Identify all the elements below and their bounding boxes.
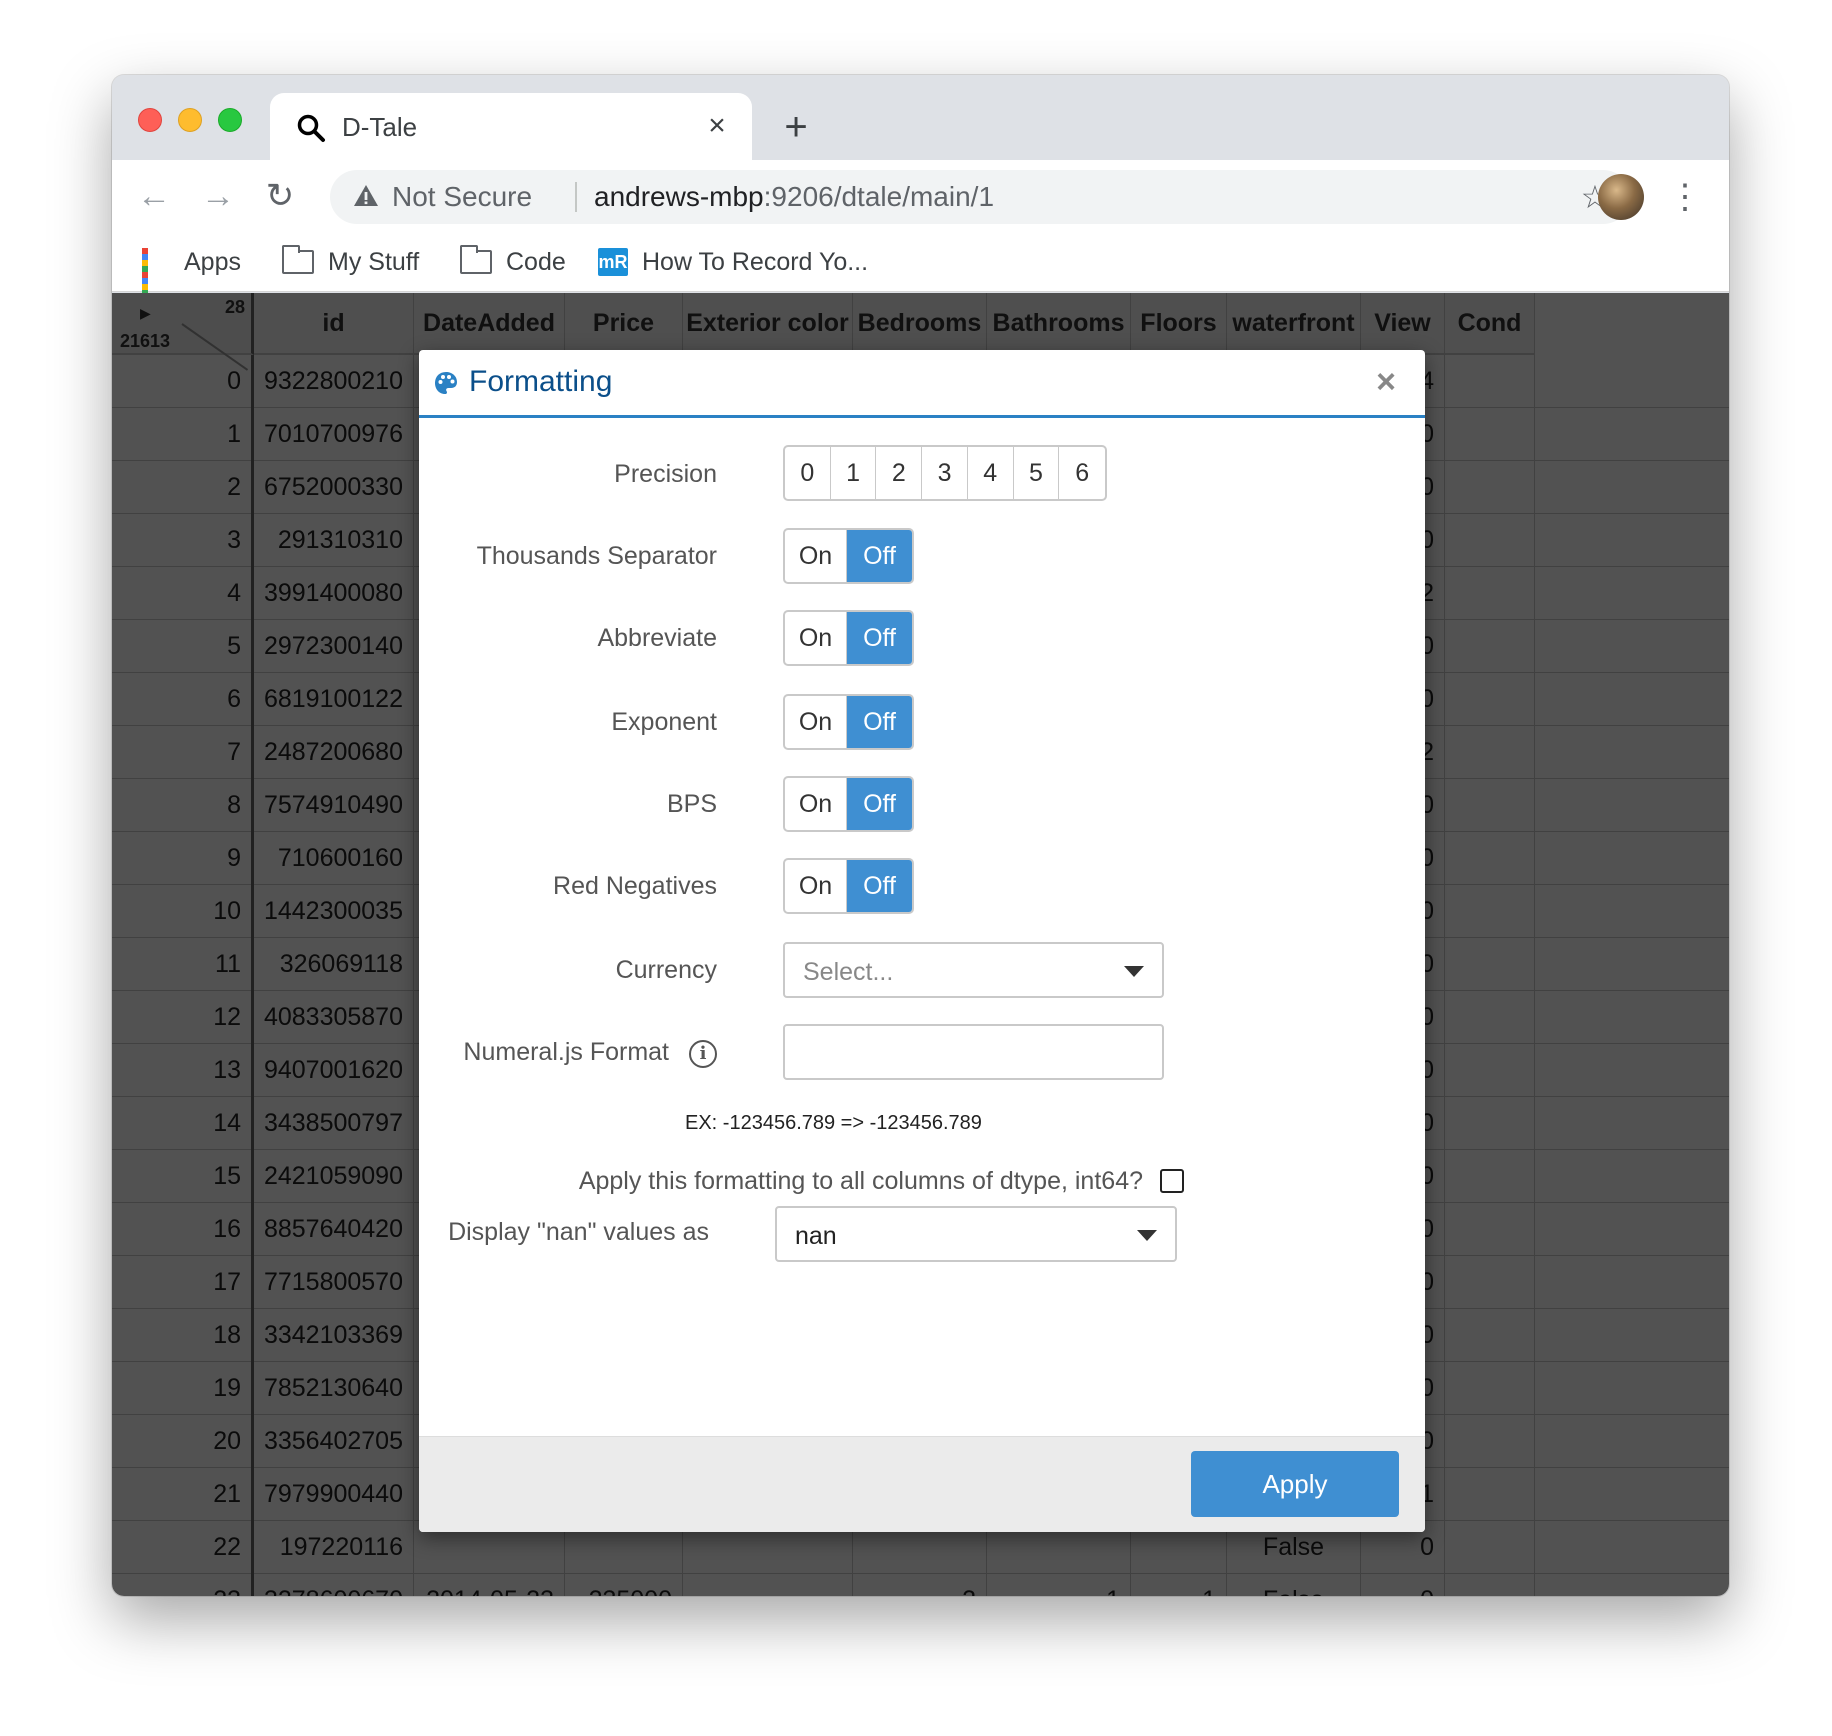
exponent-label: Exponent [611,708,717,736]
bookmark-my-stuff[interactable]: My Stuff [282,244,419,280]
browser-tab[interactable]: D-Tale × [270,93,752,160]
red-negatives-toggle: On Off [783,858,914,914]
formatting-modal: Formatting × Precision 0 1 2 3 4 5 6 Tho… [419,350,1425,1532]
not-secure-label: Not Secure [392,181,533,212]
menu-kebab-icon[interactable]: ⋮ [1668,174,1702,220]
bps-toggle: On Off [783,776,914,832]
red-negatives-on[interactable]: On [785,860,848,912]
precision-label: Precision [614,460,717,488]
address-bar[interactable]: Not Secure andrews-mbp:9206/dtale/main/1… [330,170,1630,224]
reload-button[interactable]: ↻ [258,174,302,218]
bps-off[interactable]: Off [847,778,912,830]
numeral-format-input[interactable] [783,1024,1164,1080]
chevron-down-icon [1124,966,1144,977]
tab-close-icon[interactable]: × [700,109,734,143]
browser-toolbar: ← → ↻ Not Secure andrews-mbp:9206/dtale/… [112,160,1729,232]
maximize-window-button[interactable] [218,108,242,132]
forward-button[interactable]: → [196,174,240,218]
minimize-window-button[interactable] [178,108,202,132]
nan-display-value: nan [795,1222,837,1250]
apply-all-checkbox[interactable] [1160,1169,1184,1193]
precision-button-group: 0 1 2 3 4 5 6 [783,445,1107,501]
exponent-toggle: On Off [783,694,914,750]
thousands-separator-toggle: On Off [783,528,914,584]
chevron-down-icon [1137,1230,1157,1241]
palette-icon [435,372,457,394]
new-tab-button[interactable]: + [776,107,816,149]
folder-icon [282,245,314,274]
precision-option-4[interactable]: 4 [968,447,1014,499]
back-button[interactable]: ← [132,174,176,218]
bookmark-how-to-record[interactable]: mR How To Record Yo... [598,244,868,280]
currency-label: Currency [615,956,717,984]
red-negatives-label: Red Negatives [553,872,717,900]
abbreviate-off[interactable]: Off [847,612,912,664]
precision-option-3[interactable]: 3 [922,447,968,499]
modal-header: Formatting × [419,350,1425,418]
url-path: :9206/dtale/main/1 [763,181,995,212]
modal-footer: Apply [419,1436,1425,1532]
tab-strip: D-Tale × + [112,75,1729,160]
precision-option-5[interactable]: 5 [1014,447,1060,499]
profile-avatar[interactable] [1598,174,1644,220]
bps-on[interactable]: On [785,778,848,830]
currency-placeholder: Select... [803,958,894,986]
abbreviate-toggle: On Off [783,610,914,666]
bookmark-label: My Stuff [328,247,420,276]
bookmark-label: How To Record Yo... [642,247,869,276]
nan-display-select[interactable]: nan [775,1206,1177,1262]
exponent-off[interactable]: Off [847,696,912,748]
nan-display-label: Display "nan" values as [448,1218,709,1246]
exponent-on[interactable]: On [785,696,848,748]
thousands-separator-off[interactable]: Off [847,530,912,582]
abbreviate-on[interactable]: On [785,612,848,664]
url-host: andrews-mbp [594,181,764,212]
browser-window: D-Tale × + ← → ↻ Not Secure andrews-mbp:… [112,75,1729,1596]
thousands-separator-label: Thousands Separator [476,542,717,570]
url-text: andrews-mbp:9206/dtale/main/1 [594,181,994,213]
abbreviate-label: Abbreviate [597,624,717,652]
currency-select[interactable]: Select... [783,942,1164,998]
bookmarks-bar: Apps My Stuff Code mR How To Record Yo..… [112,232,1729,302]
precision-option-6[interactable]: 6 [1059,447,1105,499]
precision-option-0[interactable]: 0 [785,447,831,499]
apply-button[interactable]: Apply [1191,1451,1399,1517]
address-separator [575,182,577,212]
modal-title: Formatting [469,365,613,398]
info-icon[interactable]: i [689,1040,717,1068]
close-window-button[interactable] [138,108,162,132]
warning-icon [354,185,378,206]
bookmark-label: Apps [184,247,241,276]
bookmark-code[interactable]: Code [460,244,566,280]
tab-title: D-Tale [342,112,418,142]
red-negatives-off[interactable]: Off [847,860,912,912]
precision-option-2[interactable]: 2 [876,447,923,499]
search-icon [297,114,325,142]
folder-icon [460,245,492,274]
bookmark-apps[interactable]: Apps [142,244,241,302]
apply-all-label: Apply this formatting to all columns of … [578,1167,1143,1195]
bookmark-label: Code [506,247,566,276]
apps-grid-icon [142,248,170,302]
bps-label: BPS [666,790,717,818]
thousands-separator-on[interactable]: On [785,530,848,582]
format-example: EX: -123456.789 => -123456.789 [685,1112,982,1134]
numeral-format-label: Numeral.js Format [463,1038,669,1066]
mr-logo-icon: mR [598,248,628,276]
precision-option-1[interactable]: 1 [831,447,877,499]
dtale-page: ▶ 28 21613 idDateAddedPriceExterior colo… [112,293,1729,1596]
close-icon[interactable]: × [1369,362,1403,402]
